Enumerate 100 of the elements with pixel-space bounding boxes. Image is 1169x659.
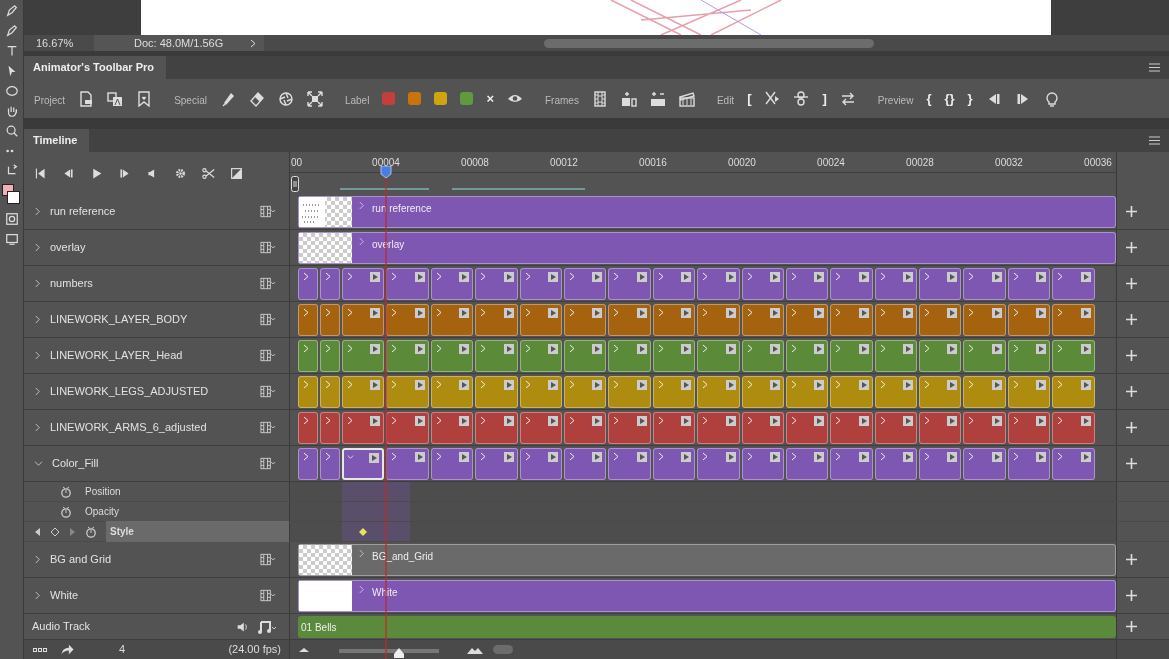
chevron-right-icon[interactable] [434, 380, 442, 389]
play-icon[interactable] [769, 380, 780, 390]
chevron-right-icon[interactable] [1011, 272, 1019, 281]
chevron-right-icon[interactable] [656, 344, 664, 353]
play-icon[interactable] [547, 416, 558, 426]
chevron-right-icon[interactable] [250, 38, 256, 48]
play-icon[interactable] [592, 344, 603, 354]
property-name[interactable]: Opacity [81, 501, 289, 522]
step-forward-icon[interactable] [118, 166, 131, 180]
ellipse-icon[interactable] [4, 84, 19, 98]
background-color-swatch[interactable] [6, 191, 20, 204]
play-icon[interactable] [769, 344, 780, 354]
play-icon[interactable] [1036, 452, 1047, 462]
play-icon[interactable] [858, 272, 869, 282]
toolbar-button[interactable]: {} [944, 88, 955, 109]
onion-skin-icon[interactable] [793, 90, 810, 107]
chevron-right-icon[interactable] [878, 380, 886, 389]
toolbar-button[interactable]: ] [822, 88, 827, 109]
chevron-right-icon[interactable] [523, 272, 531, 281]
scissors-icon[interactable] [764, 90, 781, 107]
chevron-right-icon[interactable] [34, 315, 41, 324]
chevron-right-icon[interactable] [745, 416, 753, 425]
panel-tab[interactable]: Animator's Toolbar Pro [24, 56, 166, 79]
add-media-icon[interactable] [1125, 314, 1137, 325]
play-icon[interactable] [414, 272, 425, 282]
play-icon[interactable] [947, 308, 958, 318]
play-icon[interactable] [1080, 452, 1091, 462]
layer-clip[interactable]: BG_and_Grid [298, 544, 1116, 576]
chevron-right-icon[interactable] [567, 452, 575, 461]
panel-tab[interactable]: Timeline [24, 129, 90, 152]
play-icon[interactable] [858, 416, 869, 426]
swap-icon[interactable] [839, 90, 856, 107]
chevron-right-icon[interactable] [34, 387, 41, 396]
stopwatch-icon[interactable] [60, 505, 72, 518]
play-icon[interactable] [459, 272, 470, 282]
chevron-right-icon[interactable] [878, 308, 886, 317]
pen-icon[interactable] [4, 4, 19, 18]
play-icon[interactable] [459, 416, 470, 426]
play-icon[interactable] [459, 452, 470, 462]
zoom-out-icon[interactable] [299, 647, 309, 652]
play-icon[interactable] [681, 380, 692, 390]
chevron-right-icon[interactable] [745, 272, 753, 281]
add-media-icon[interactable] [1125, 554, 1137, 565]
play-icon[interactable] [814, 416, 825, 426]
play-icon[interactable] [636, 452, 647, 462]
chevron-right-icon[interactable] [434, 344, 442, 353]
play-icon[interactable] [814, 452, 825, 462]
chevron-right-icon[interactable] [878, 344, 886, 353]
clapperboard-icon[interactable] [678, 90, 695, 107]
chevron-right-icon[interactable] [745, 308, 753, 317]
play-icon[interactable] [1080, 344, 1091, 354]
layer-name[interactable]: LINEWORK_LAYER_BODY [50, 311, 251, 328]
chevron-right-icon[interactable] [656, 452, 664, 461]
work-area-start-handle[interactable] [291, 176, 299, 192]
chevron-right-icon[interactable] [567, 272, 575, 281]
play-icon[interactable] [414, 452, 425, 462]
play-icon[interactable] [858, 452, 869, 462]
play-icon[interactable] [414, 344, 425, 354]
play-icon[interactable] [369, 453, 380, 463]
chevron-right-icon[interactable] [745, 344, 753, 353]
play-icon[interactable] [947, 272, 958, 282]
film-dropdown-icon[interactable] [260, 553, 276, 566]
chevron-right-icon[interactable] [1011, 452, 1019, 461]
play-icon[interactable] [814, 308, 825, 318]
chevron-right-icon[interactable] [34, 591, 41, 600]
chevron-right-icon[interactable] [1011, 344, 1019, 353]
play-icon[interactable] [547, 452, 558, 462]
play-icon[interactable] [725, 344, 736, 354]
play-icon[interactable] [903, 416, 914, 426]
play-icon[interactable] [858, 308, 869, 318]
chevron-right-icon[interactable] [567, 344, 575, 353]
play-icon[interactable] [769, 272, 780, 282]
play-icon[interactable] [903, 344, 914, 354]
play-icon[interactable] [725, 452, 736, 462]
scrollbar-thumb[interactable] [493, 645, 513, 654]
play-icon[interactable] [459, 308, 470, 318]
play-icon[interactable] [814, 380, 825, 390]
play-icon[interactable] [592, 452, 603, 462]
render-video-icon[interactable] [60, 643, 75, 656]
play-icon[interactable] [681, 344, 692, 354]
layer-name[interactable]: LINEWORK_LEGS_ADJUSTED [50, 383, 251, 400]
chevron-right-icon[interactable] [34, 279, 41, 288]
chevron-right-icon[interactable] [878, 452, 886, 461]
play-icon[interactable] [636, 344, 647, 354]
property-name[interactable]: Position [81, 481, 289, 502]
zoom-level[interactable]: 16.67% [24, 34, 94, 52]
film-dropdown-icon[interactable] [260, 421, 276, 434]
add-media-icon[interactable] [1125, 206, 1137, 217]
play-icon[interactable] [547, 272, 558, 282]
chevron-right-icon[interactable] [745, 452, 753, 461]
layer-name[interactable]: run reference [50, 203, 251, 220]
document-letter-icon[interactable] [107, 90, 124, 107]
play-icon[interactable] [1080, 380, 1091, 390]
play-icon[interactable] [1080, 272, 1091, 282]
play-icon[interactable] [547, 344, 558, 354]
play-icon[interactable] [414, 308, 425, 318]
play-icon[interactable] [636, 308, 647, 318]
play-icon[interactable] [503, 380, 514, 390]
play-icon[interactable] [503, 344, 514, 354]
layer-name[interactable]: LINEWORK_ARMS_6_adjusted [50, 419, 251, 436]
